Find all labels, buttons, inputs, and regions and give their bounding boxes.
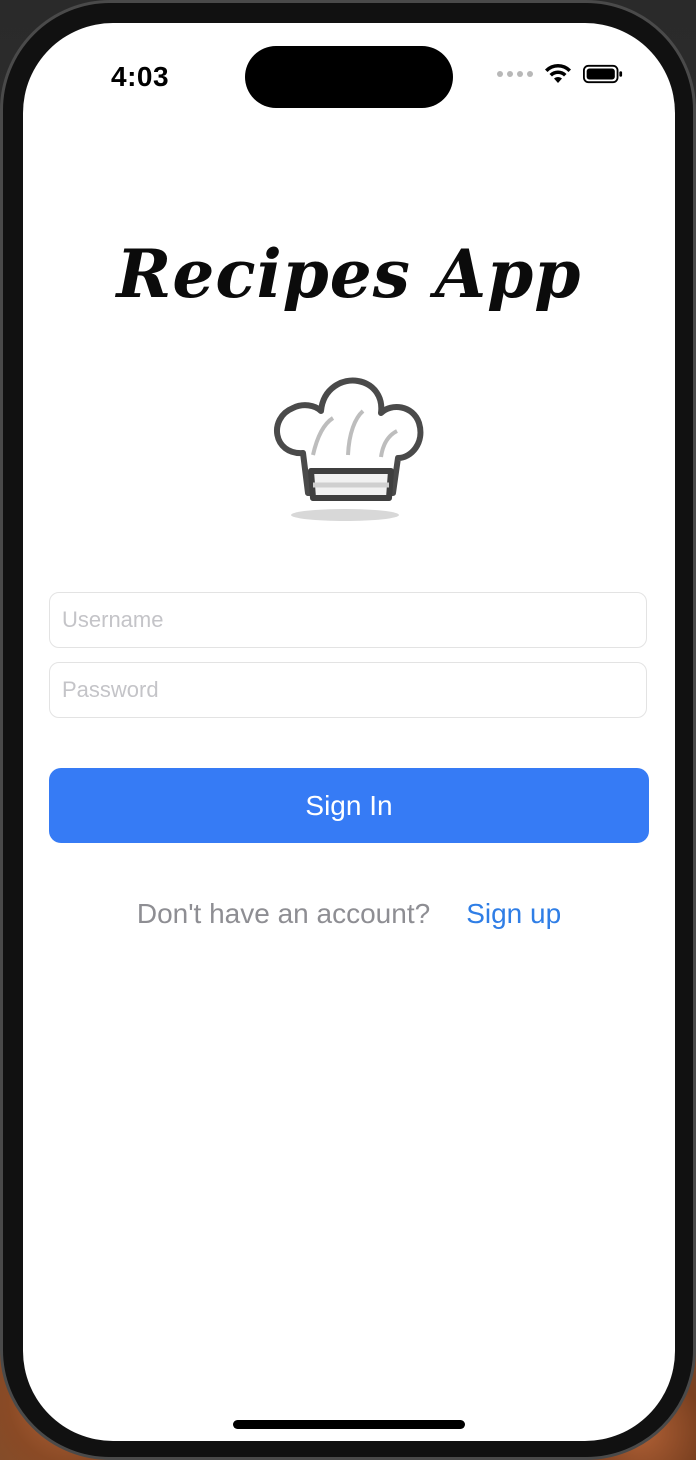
app-title: Recipes App — [116, 235, 582, 313]
home-indicator[interactable] — [233, 1420, 465, 1429]
sign-up-link[interactable]: Sign up — [466, 898, 561, 930]
wifi-icon — [545, 63, 571, 83]
status-time: 4:03 — [111, 61, 170, 92]
password-field[interactable] — [49, 662, 647, 718]
dynamic-island — [245, 46, 453, 108]
battery-icon — [583, 64, 623, 84]
status-icons — [497, 63, 623, 85]
cellular-signal-icon — [497, 71, 533, 77]
signup-prompt-text: Don't have an account? — [136, 898, 431, 929]
app-screen: 4:03 Recipes App Username Sign In Don't … — [23, 23, 675, 1441]
signup-prompt-row: Don't have an account? Sign up — [23, 898, 675, 930]
username-field[interactable] — [49, 592, 647, 648]
sign-in-button[interactable]: Sign In — [49, 768, 649, 843]
phone-frame: 4:03 Recipes App Username Sign In Don't … — [0, 0, 696, 1460]
chef-hat-icon — [274, 377, 424, 521]
